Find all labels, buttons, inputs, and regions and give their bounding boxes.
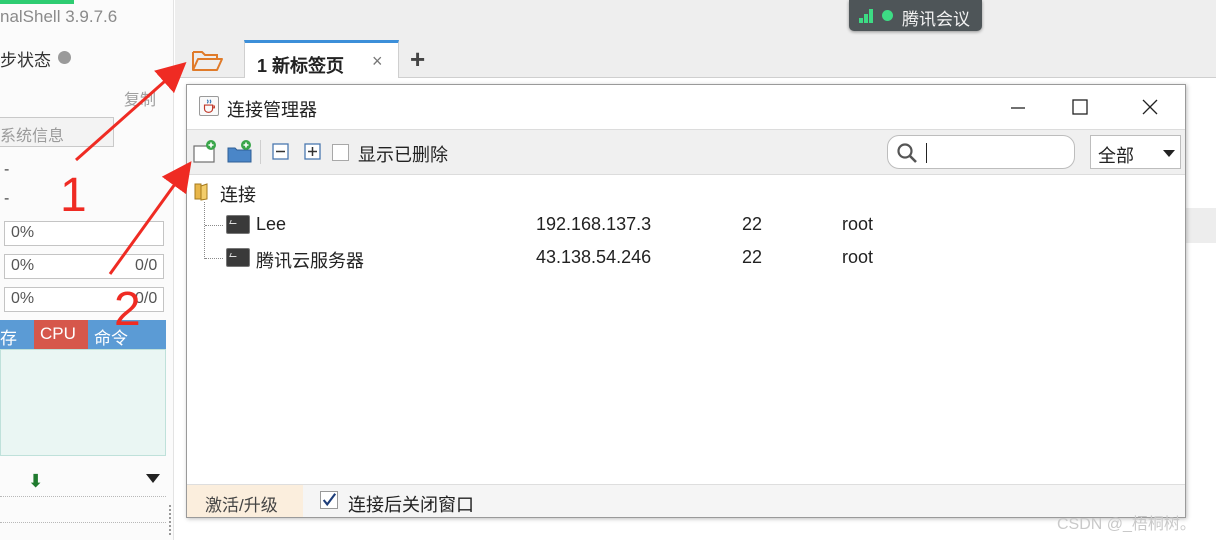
tree-guide-line bbox=[205, 258, 223, 259]
status-dot-icon bbox=[58, 51, 71, 64]
swap-percent: 0% bbox=[11, 290, 35, 307]
java-cup-icon bbox=[199, 96, 219, 116]
close-after-connect-checkbox[interactable] bbox=[320, 491, 338, 509]
connection-port: 22 bbox=[742, 247, 763, 267]
maximize-icon[interactable] bbox=[1057, 95, 1103, 121]
toolbar-separator bbox=[260, 140, 261, 164]
new-connection-icon[interactable] bbox=[191, 139, 219, 165]
recording-dot-icon bbox=[882, 10, 893, 21]
search-input[interactable] bbox=[930, 140, 1070, 164]
folder-open-icon[interactable] bbox=[190, 46, 224, 74]
cpu-percent-bar: 0% bbox=[4, 221, 164, 246]
dialog-toolbar: 显示已删除 全部 bbox=[187, 129, 1185, 175]
process-table-header: 存 CPU 命令 bbox=[0, 320, 166, 349]
resize-handle[interactable] bbox=[169, 505, 171, 535]
close-after-connect-label: 连接后关闭窗口 bbox=[348, 495, 474, 515]
expand-all-icon[interactable] bbox=[299, 139, 327, 165]
connection-user: root bbox=[842, 214, 874, 234]
annotation-number-1: 1 bbox=[60, 169, 87, 222]
app-title: nalShell 3.9.7.6 bbox=[0, 7, 118, 26]
connection-row[interactable]: 腾讯云服务器 43.138.54.246 22 root bbox=[187, 242, 1185, 274]
terminal-icon bbox=[226, 215, 250, 234]
connection-manager-dialog: 连接管理器 显示已删除 全部 连接 Lee 192.168.137.3 22 r… bbox=[186, 84, 1186, 518]
connection-host: 192.168.137.3 bbox=[536, 214, 652, 234]
mem-usage: 0/0 bbox=[135, 257, 158, 274]
sync-status-label: 步状态 bbox=[0, 51, 51, 70]
dash-text: - bbox=[4, 190, 10, 207]
connection-row[interactable]: Lee 192.168.137.3 22 root bbox=[187, 209, 1185, 241]
dropdown-caret-icon[interactable] bbox=[146, 474, 160, 483]
connection-port: 22 bbox=[742, 214, 763, 234]
add-tab-button[interactable]: + bbox=[410, 44, 425, 75]
connection-name: 腾讯云服务器 bbox=[256, 251, 364, 271]
show-deleted-label: 显示已删除 bbox=[358, 145, 448, 165]
activate-upgrade-button[interactable]: 激活/升级 bbox=[187, 485, 303, 517]
text-cursor bbox=[926, 143, 927, 163]
col-cpu-header[interactable]: CPU bbox=[34, 320, 88, 349]
terminal-icon bbox=[226, 248, 250, 267]
show-deleted-checkbox[interactable] bbox=[332, 144, 349, 161]
dialog-title: 连接管理器 bbox=[227, 100, 317, 120]
connection-name: Lee bbox=[256, 214, 287, 234]
search-field[interactable] bbox=[887, 135, 1075, 169]
mem-percent-bar: 0% 0/0 bbox=[4, 254, 164, 279]
annotation-number-2: 2 bbox=[114, 283, 141, 336]
dialog-statusbar: 激活/升级 连接后关闭窗口 bbox=[187, 484, 1185, 517]
signal-icon bbox=[859, 9, 875, 23]
copy-button[interactable]: 复制 bbox=[124, 86, 156, 110]
filter-dropdown[interactable]: 全部 bbox=[1090, 135, 1181, 169]
tree-guide-line bbox=[205, 225, 223, 226]
search-icon bbox=[897, 143, 917, 163]
close-tab-icon[interactable]: × bbox=[372, 51, 383, 72]
folder-icon[interactable] bbox=[193, 181, 213, 201]
connection-host: 43.138.54.246 bbox=[536, 247, 652, 267]
dialog-titlebar[interactable]: 连接管理器 bbox=[187, 85, 1185, 129]
sysinfo-button[interactable]: 系统信息 bbox=[0, 117, 114, 147]
col-memory-header[interactable]: 存 bbox=[0, 320, 34, 349]
connection-user: root bbox=[842, 247, 874, 267]
tab-new-tab[interactable]: 1 新标签页 × bbox=[244, 40, 399, 78]
tencent-meeting-label: 腾讯会议 bbox=[902, 10, 970, 29]
minimize-icon[interactable] bbox=[995, 95, 1041, 121]
divider bbox=[0, 496, 166, 497]
download-arrow-icon[interactable]: ⬇ bbox=[28, 471, 43, 492]
chevron-down-icon bbox=[1163, 150, 1175, 157]
divider bbox=[0, 522, 166, 523]
tencent-meeting-indicator[interactable]: 腾讯会议 bbox=[849, 0, 982, 31]
new-folder-icon[interactable] bbox=[226, 139, 254, 165]
tab-label: 1 新标签页 bbox=[257, 56, 345, 76]
mem-percent: 0% bbox=[11, 257, 35, 274]
background-row bbox=[1186, 208, 1216, 243]
close-icon[interactable] bbox=[1125, 95, 1171, 121]
watermark: CSDN @_梧桐树。 bbox=[1057, 516, 1196, 533]
connection-tree: 连接 Lee 192.168.137.3 22 root 腾讯云服务器 43.1… bbox=[187, 176, 1185, 484]
progress-strip bbox=[0, 0, 74, 4]
tree-root-label[interactable]: 连接 bbox=[220, 181, 256, 207]
filter-selected-value: 全部 bbox=[1098, 146, 1134, 166]
dash-text: - bbox=[4, 161, 10, 178]
collapse-all-icon[interactable] bbox=[267, 139, 295, 165]
process-table-body bbox=[0, 349, 166, 456]
left-panel: nalShell 3.9.7.6 步状态 复制 系统信息 - - 0% 0% 0/… bbox=[0, 0, 174, 540]
